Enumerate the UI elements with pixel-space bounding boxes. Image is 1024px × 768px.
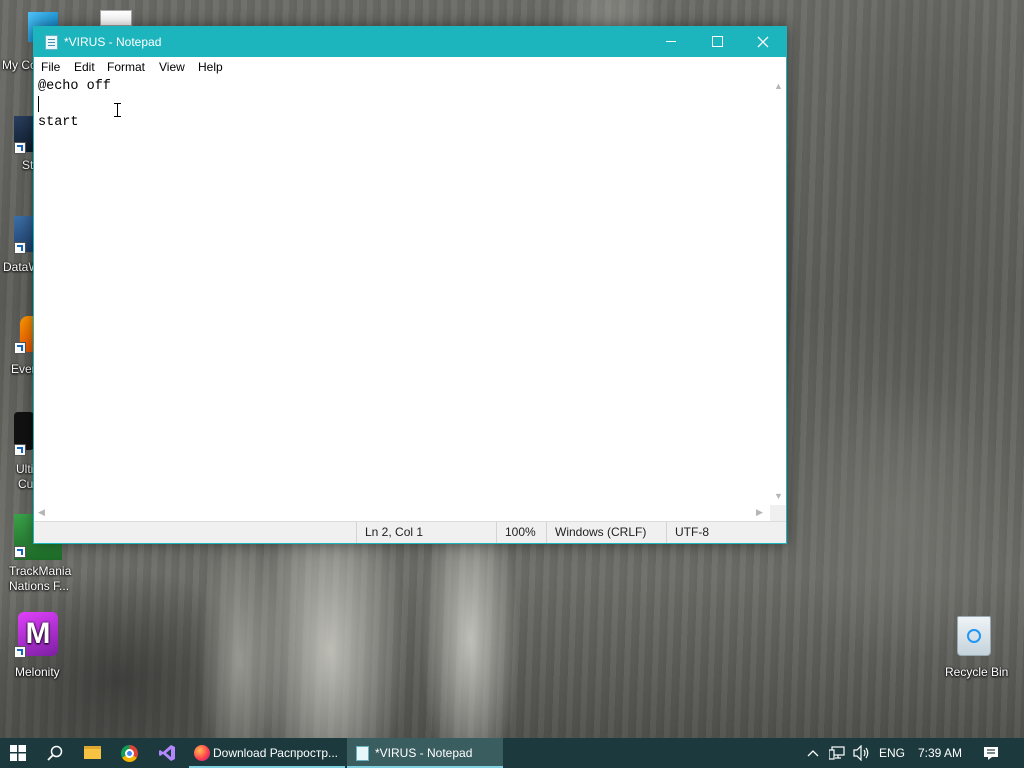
status-position: Ln 2, Col 1	[356, 522, 496, 543]
status-zoom: 100%	[496, 522, 546, 543]
shortcut-arrow-icon	[14, 342, 26, 354]
document-icon[interactable]	[100, 10, 132, 26]
menu-bar: File Edit Format View Help	[34, 57, 786, 77]
windows-start-icon	[10, 745, 26, 761]
scroll-left-icon[interactable]: ◀	[38, 508, 45, 517]
chrome-icon	[121, 745, 138, 762]
scroll-up-icon[interactable]: ▲	[774, 82, 783, 91]
taskbar-app-notepad[interactable]: *VIRUS - Notepad	[347, 738, 503, 768]
maximize-button[interactable]	[694, 27, 740, 57]
recycle-bin-icon	[957, 616, 991, 656]
file-explorer-icon	[84, 746, 101, 759]
desktop-icon-label: St	[22, 158, 34, 172]
menu-view[interactable]: View	[159, 60, 185, 74]
editor-line: @echo off	[38, 79, 111, 94]
search-button[interactable]	[37, 738, 74, 768]
shortcut-arrow-icon	[14, 242, 26, 254]
chrome-button[interactable]	[111, 738, 148, 768]
notepad-icon	[356, 746, 369, 761]
text-caret	[38, 96, 39, 112]
desktop-icon-label: Cu	[18, 477, 34, 491]
horizontal-scrollbar[interactable]: ◀ ▶	[34, 505, 770, 521]
visual-studio-button[interactable]	[148, 738, 185, 768]
shortcut-arrow-icon	[14, 546, 26, 558]
desktop-icon-label: My Co	[2, 58, 37, 72]
desktop-icon-label: Recycle Bin	[945, 665, 1009, 679]
vertical-scrollbar[interactable]: ▲ ▼	[770, 78, 786, 505]
shortcut-arrow-icon	[14, 142, 26, 154]
title-bar[interactable]: *VIRUS - Notepad	[34, 27, 786, 57]
start-button[interactable]	[0, 738, 37, 768]
desktop-icon-label: Ulti	[16, 462, 34, 476]
maximize-icon	[711, 36, 723, 48]
menu-file[interactable]: File	[41, 60, 60, 74]
volume-icon[interactable]	[853, 745, 871, 761]
close-icon	[757, 36, 769, 48]
minimize-icon	[666, 41, 676, 43]
notepad-icon	[45, 35, 58, 50]
scroll-down-icon[interactable]: ▼	[774, 492, 783, 501]
status-line-ending: Windows (CRLF)	[546, 522, 666, 543]
shortcut-arrow-icon	[14, 444, 26, 456]
menu-help[interactable]: Help	[198, 60, 223, 74]
desktop-icon-label: Nations F...	[9, 579, 70, 593]
file-explorer-button[interactable]	[74, 738, 111, 768]
clock[interactable]: 7:39 AM	[918, 746, 962, 760]
status-bar: Ln 2, Col 1 100% Windows (CRLF) UTF-8	[34, 521, 786, 543]
scroll-right-icon[interactable]: ▶	[756, 508, 763, 517]
shortcut-arrow-icon	[14, 646, 26, 658]
desktop-icon-label: Melonity	[15, 665, 60, 679]
text-editor[interactable]: @echo off start	[34, 78, 770, 505]
menu-edit[interactable]: Edit	[74, 60, 95, 74]
taskbar: Download Распростр... *VIRUS - Notepad E…	[0, 738, 1024, 768]
taskbar-app-label: Download Распростр...	[213, 746, 338, 760]
taskbar-app-firefox[interactable]: Download Распростр...	[189, 738, 345, 768]
notepad-window[interactable]: *VIRUS - Notepad File Edit Format View H…	[33, 26, 787, 544]
search-icon	[47, 745, 63, 761]
close-button[interactable]	[740, 27, 786, 57]
notifications-icon[interactable]	[983, 745, 999, 761]
taskbar-app-label: *VIRUS - Notepad	[375, 746, 473, 760]
editor-line: start	[38, 115, 79, 130]
scrollbar-corner	[770, 505, 786, 521]
ibeam-cursor-icon	[114, 103, 121, 117]
network-icon[interactable]	[829, 745, 845, 761]
visual-studio-icon	[159, 745, 175, 761]
language-indicator[interactable]: ENG	[879, 746, 905, 760]
desktop-icon-label: TrackMania	[9, 564, 72, 578]
window-title: *VIRUS - Notepad	[64, 35, 162, 49]
firefox-icon	[194, 745, 210, 761]
status-encoding: UTF-8	[666, 522, 786, 543]
desktop-icon-label: Ever	[11, 362, 36, 376]
menu-format[interactable]: Format	[107, 60, 145, 74]
minimize-button[interactable]	[648, 27, 694, 57]
chevron-up-icon[interactable]	[807, 749, 819, 757]
